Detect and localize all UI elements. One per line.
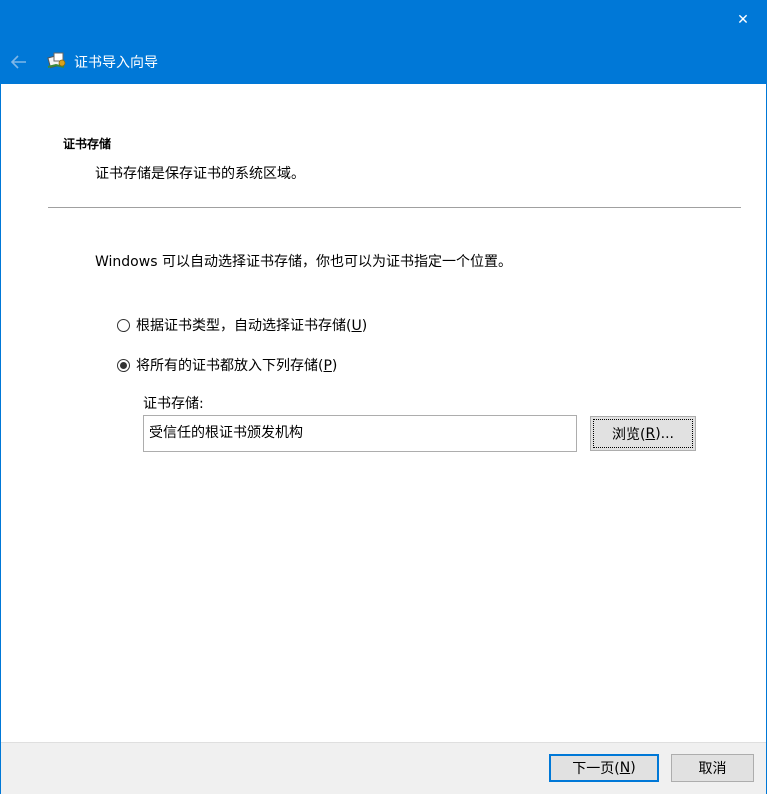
section-description: 证书存储是保存证书的系统区域。 [95, 166, 305, 182]
close-button[interactable]: ✕ [720, 0, 766, 40]
certificate-icon [47, 52, 66, 69]
store-input[interactable]: 受信任的根证书颁发机构 [143, 415, 577, 452]
browse-button[interactable]: 浏览(R)... [590, 416, 696, 451]
certificate-import-wizard-window: ✕ 证书导入向导 证书存储 证书存储是保存证书的系统区域。 Windows 可以… [1, 0, 766, 794]
header-divider [48, 207, 741, 208]
cancel-button[interactable]: 取消 [671, 754, 754, 782]
store-label: 证书存储: [143, 396, 204, 412]
radio-button-unchecked[interactable] [117, 318, 130, 332]
wizard-content: 证书存储 证书存储是保存证书的系统区域。 Windows 可以自动选择证书存储，… [1, 84, 766, 742]
section-title: 证书存储 [63, 137, 112, 151]
info-text: Windows 可以自动选择证书存储，你也可以为证书指定一个位置。 [95, 254, 512, 270]
arrow-left-icon [11, 55, 26, 69]
wizard-header: 证书导入向导 [1, 40, 766, 84]
radio-place-in-store[interactable]: 将所有的证书都放入下列存储(P) [117, 355, 337, 375]
radio-auto-select-store[interactable]: 根据证书类型，自动选择证书存储(U) [117, 315, 367, 335]
next-button[interactable]: 下一页(N) [549, 754, 659, 782]
close-icon: ✕ [737, 12, 749, 28]
wizard-title: 证书导入向导 [74, 55, 158, 71]
radio-button-checked[interactable] [117, 358, 130, 372]
radio-auto-label: 根据证书类型，自动选择证书存储(U) [136, 318, 368, 334]
back-button[interactable] [5, 48, 33, 76]
wizard-footer: 下一页(N) 取消 [1, 742, 766, 794]
radio-place-label: 将所有的证书都放入下列存储(P) [136, 358, 338, 374]
title-bar: ✕ [1, 0, 766, 40]
